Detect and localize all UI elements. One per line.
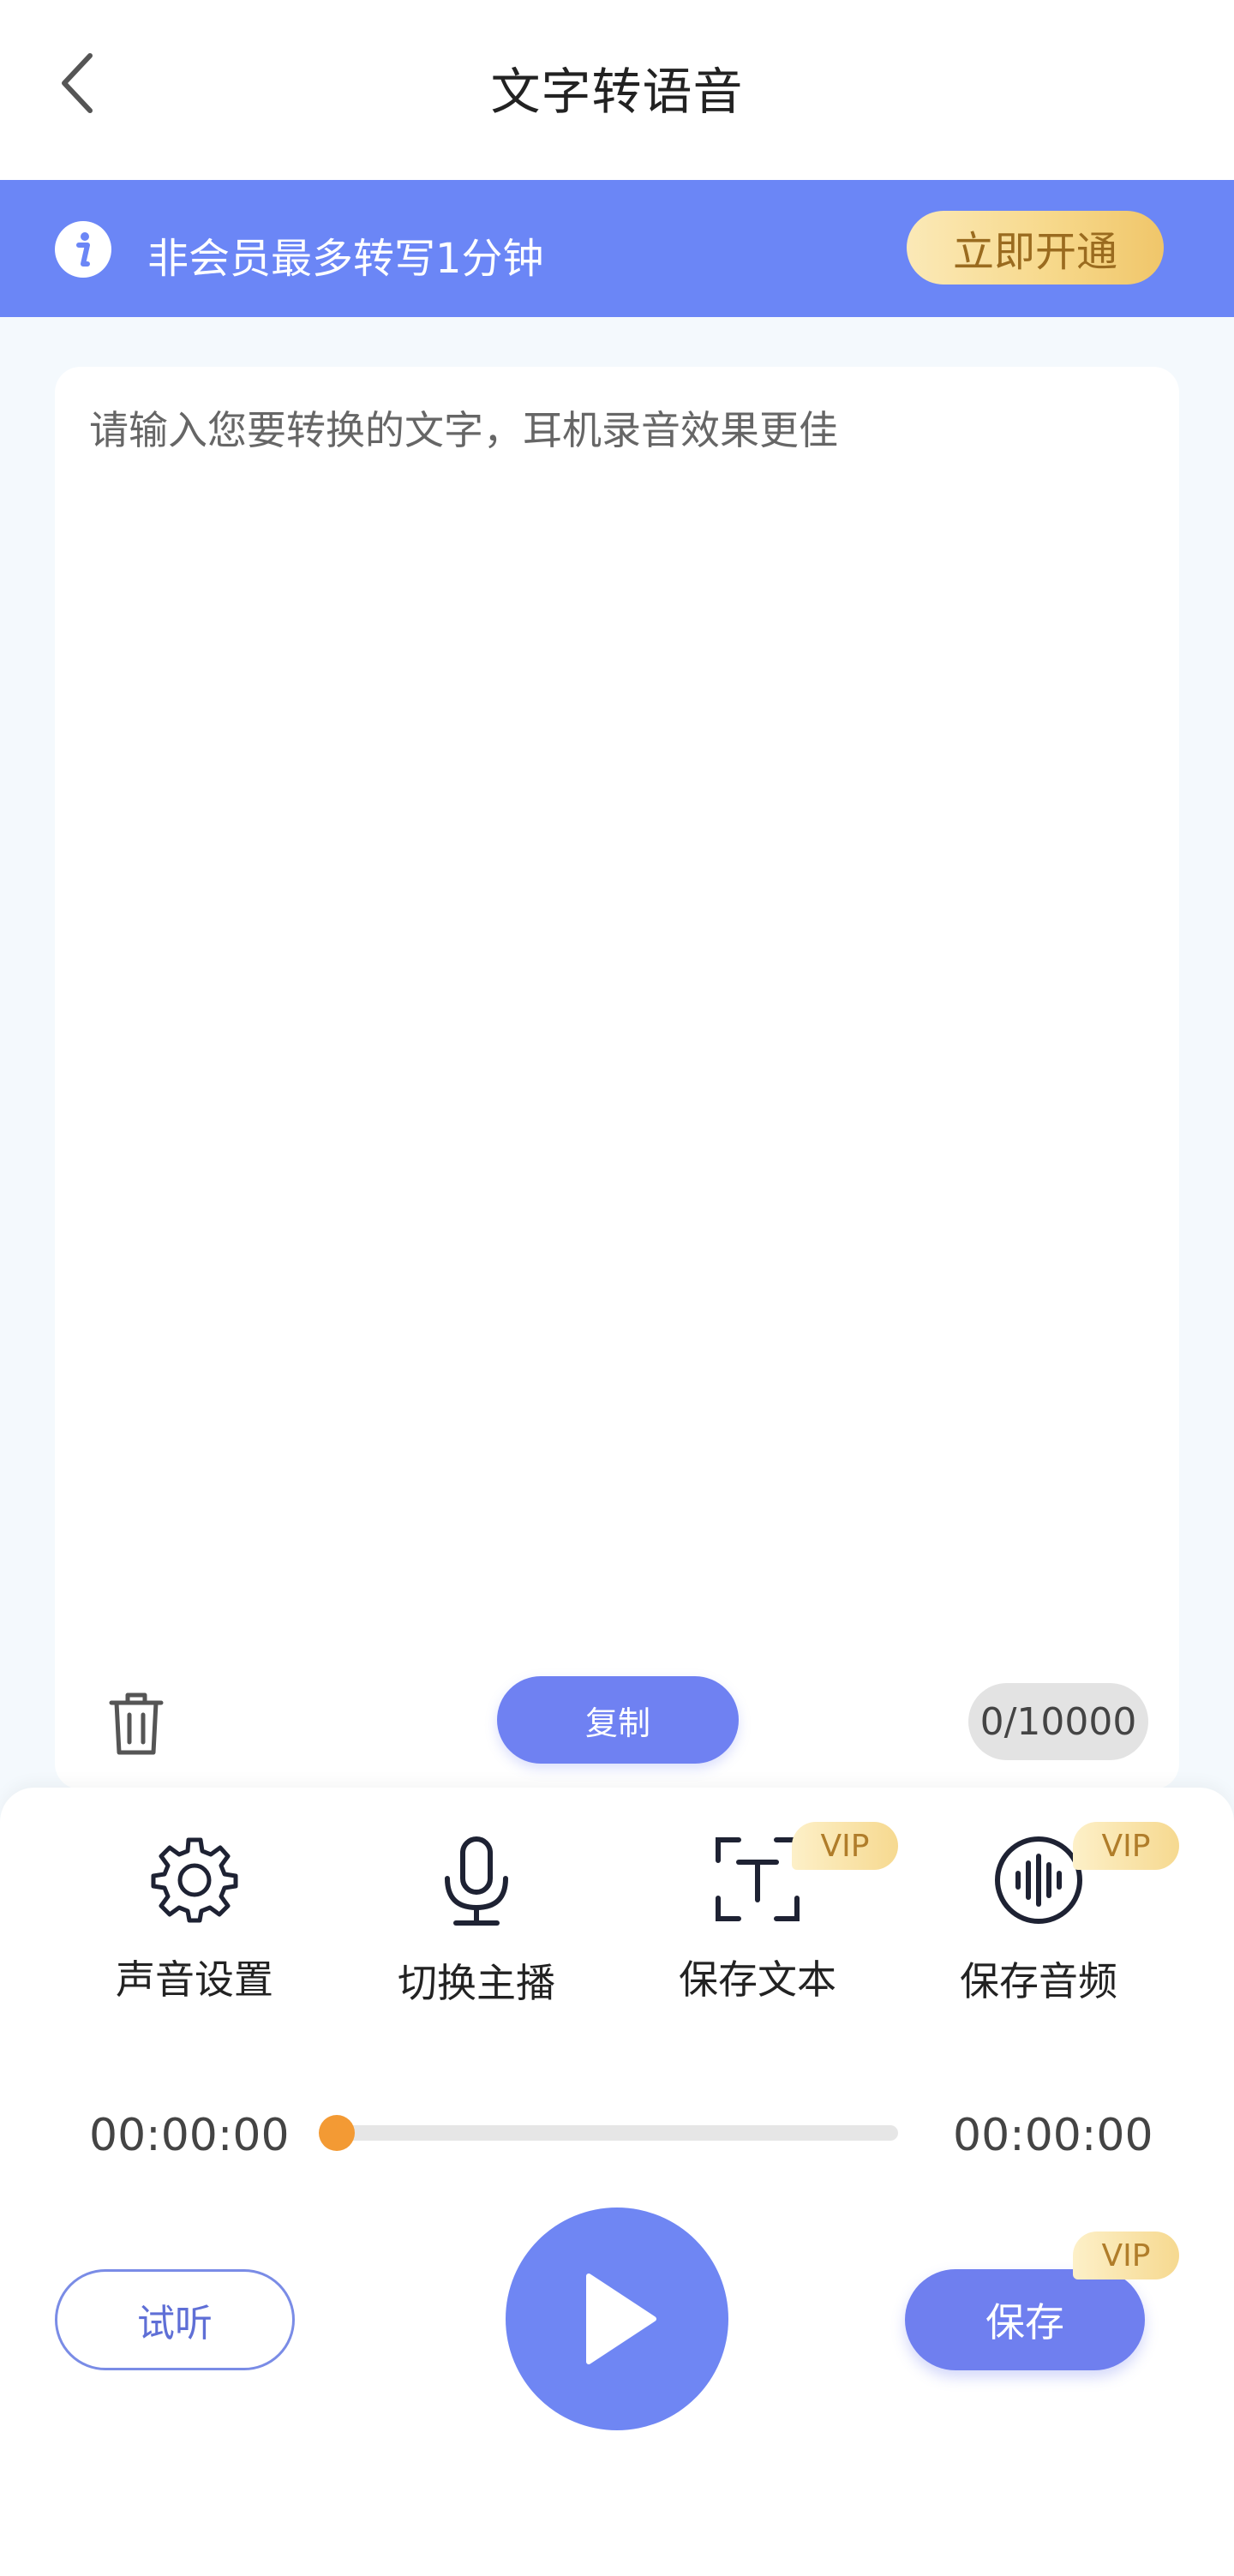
tool-label: 保存音频 bbox=[960, 1958, 1117, 2004]
text-input[interactable] bbox=[89, 401, 1143, 1652]
microphone-icon bbox=[445, 1836, 508, 1926]
gear-icon bbox=[151, 1837, 238, 1923]
vip-badge: VIP bbox=[792, 1822, 898, 1870]
progress-thumb[interactable] bbox=[319, 2115, 355, 2151]
char-count: 0/10000 bbox=[968, 1683, 1148, 1760]
page-title: 文字转语音 bbox=[490, 63, 744, 121]
tool-label: 切换主播 bbox=[398, 1960, 555, 2006]
clear-text-button[interactable] bbox=[98, 1685, 175, 1762]
banner-message: 非会员最多转写1分钟 bbox=[147, 235, 544, 283]
copy-button[interactable]: 复制 bbox=[497, 1676, 739, 1764]
vip-badge: VIP bbox=[1073, 1822, 1179, 1870]
total-time: 00:00:00 bbox=[953, 2110, 1153, 2161]
play-button[interactable] bbox=[506, 2208, 728, 2430]
audition-button[interactable]: 试听 bbox=[55, 2269, 295, 2370]
tool-label: 保存文本 bbox=[679, 1956, 836, 2003]
current-time: 00:00:00 bbox=[89, 2110, 290, 2161]
text-to-speech-page: 文字转语音 非会员最多转写1分钟 立即开通 复制 0/10000 bbox=[0, 0, 1234, 2576]
text-editor-card: 复制 0/10000 bbox=[55, 367, 1179, 1789]
play-icon bbox=[586, 2273, 656, 2364]
trash-icon bbox=[109, 1692, 164, 1755]
switch-anchor-button[interactable]: 切换主播 bbox=[365, 1834, 588, 2006]
header: 文字转语音 bbox=[0, 0, 1234, 180]
vip-badge: VIP bbox=[1073, 2232, 1179, 2279]
save-button[interactable]: 保存 bbox=[905, 2269, 1145, 2370]
info-icon bbox=[55, 221, 111, 278]
audio-wave-icon bbox=[995, 1836, 1082, 1924]
open-membership-button[interactable]: 立即开通 bbox=[907, 211, 1164, 285]
voice-settings-button[interactable]: 声音设置 bbox=[83, 1834, 306, 2005]
tool-label: 声音设置 bbox=[116, 1956, 273, 2003]
text-scan-icon bbox=[716, 1837, 800, 1921]
progress-track[interactable] bbox=[336, 2125, 898, 2141]
